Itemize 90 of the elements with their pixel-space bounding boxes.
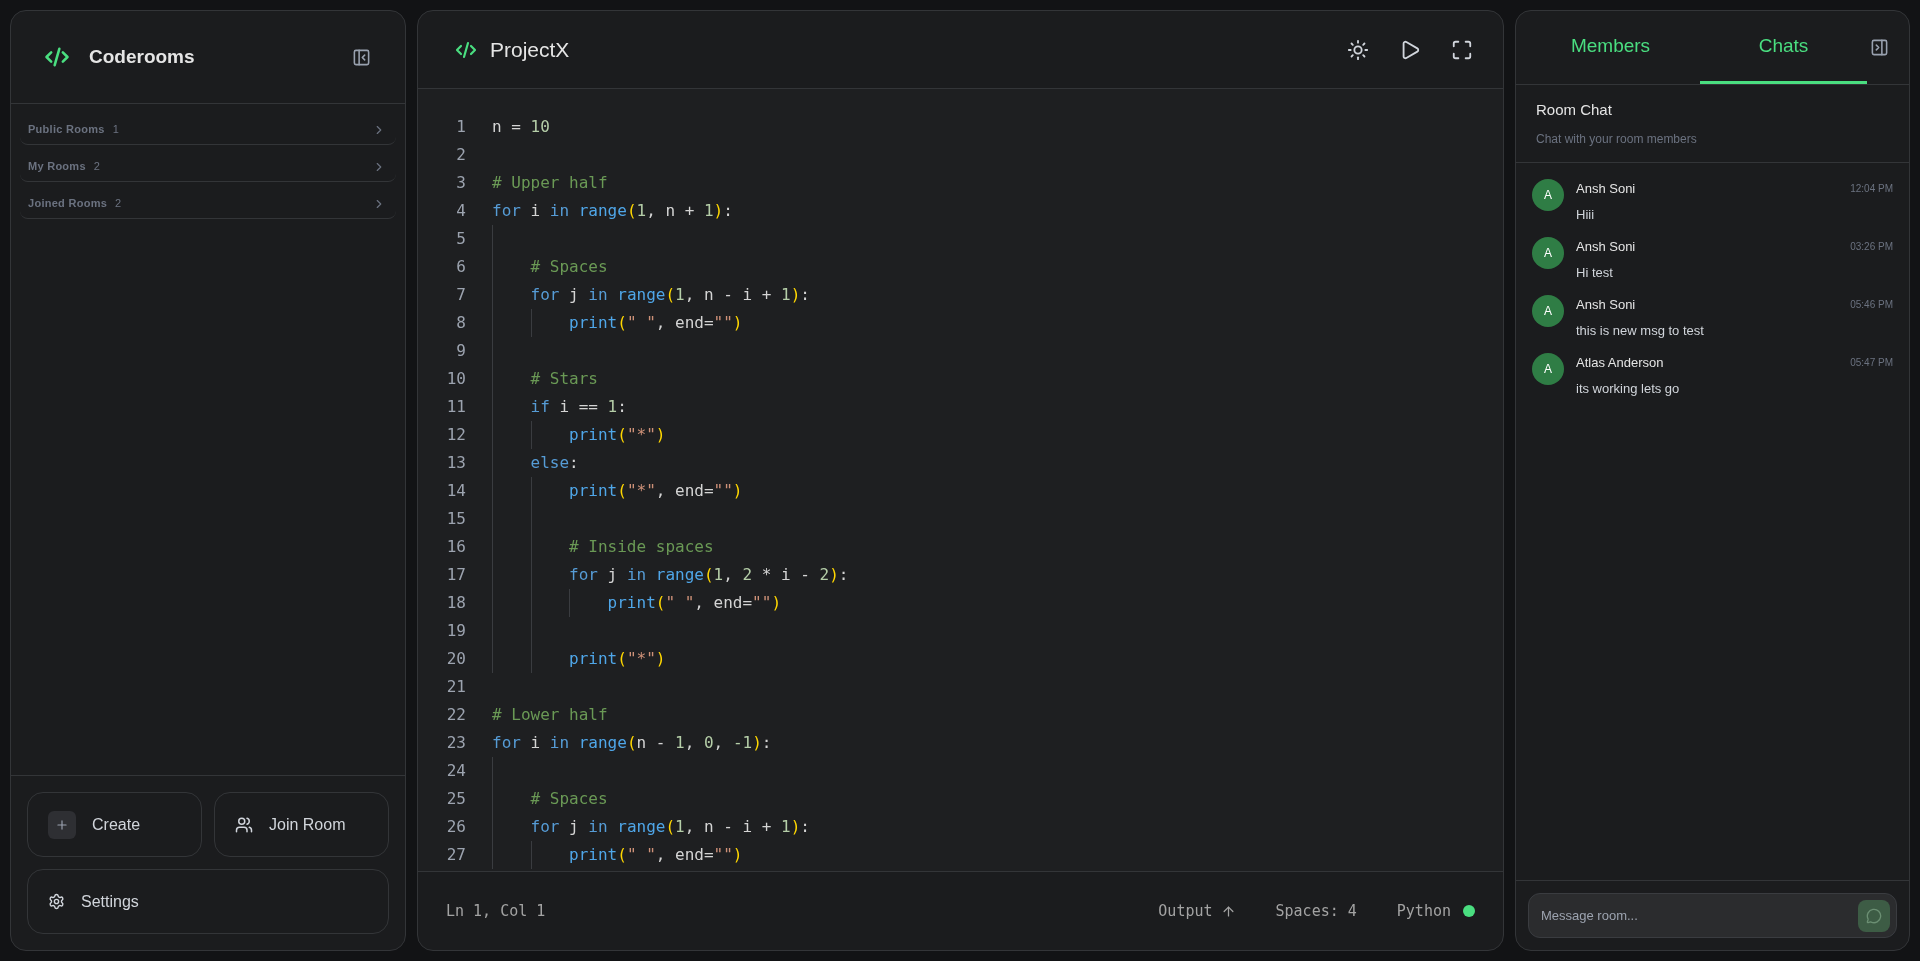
code-line: # Upper half — [492, 172, 608, 194]
theme-toggle-button[interactable] — [1347, 38, 1369, 61]
sidebar-section[interactable]: Joined Rooms 2 — [20, 189, 396, 219]
collapse-panel-button[interactable] — [1870, 38, 1889, 57]
message-time: 05:46 PM — [1850, 298, 1893, 313]
line-number: 2 — [455, 144, 466, 166]
language-label: Python — [1396, 900, 1451, 922]
code-line: for i in range(n - 1, 0, -1): — [492, 732, 772, 754]
avatar: A — [1532, 237, 1564, 269]
code-line: for i in range(1, n + 1): — [492, 200, 733, 222]
output-button[interactable]: Output — [1158, 899, 1236, 923]
code-line: print("*") — [568, 424, 666, 446]
line-number: 5 — [455, 228, 466, 250]
chat-title: Room Chat — [1536, 100, 1613, 121]
line-number: 15 — [445, 508, 466, 530]
chat-bubble-icon — [1866, 907, 1882, 924]
message-author: Ansh Soni — [1576, 180, 1636, 198]
message-time: 12:04 PM — [1850, 182, 1893, 197]
line-number: 6 — [455, 256, 466, 278]
code-line: # Inside spaces — [568, 536, 714, 558]
sidebar-section[interactable]: Public Rooms 1 — [20, 115, 396, 145]
indent-setting: Spaces: 4 — [1275, 900, 1357, 922]
code-line: n = 10 — [492, 116, 550, 138]
message-text: this is new msg to test — [1576, 321, 1705, 340]
line-number: 8 — [455, 312, 466, 334]
avatar: A — [1532, 295, 1564, 327]
line-number: 1 — [455, 116, 466, 138]
brand-name: Coderooms — [89, 44, 195, 69]
line-number: 20 — [445, 648, 466, 670]
code-line: if i == 1: — [529, 396, 627, 418]
code-line: print(" ", end="") — [606, 592, 781, 614]
code-line: for j in range(1, n - i + 1): — [529, 284, 810, 306]
line-number: 21 — [445, 676, 466, 698]
line-number: 16 — [445, 536, 466, 558]
message-time: 03:26 PM — [1850, 240, 1893, 255]
code-line: # Spaces — [529, 788, 608, 810]
line-number: 10 — [445, 368, 466, 390]
panel-tab[interactable]: Chats — [1700, 11, 1867, 84]
code-line: print("*", end="") — [568, 480, 743, 502]
message-text: its working lets go — [1576, 379, 1681, 398]
message-field[interactable]: Message room... — [1541, 905, 1858, 926]
line-number: 26 — [445, 816, 466, 838]
line-number: 7 — [455, 284, 466, 306]
message-author: Ansh Soni — [1576, 238, 1636, 256]
line-number: 27 — [445, 844, 466, 866]
collapse-sidebar-button[interactable] — [352, 47, 371, 67]
line-number: 24 — [445, 760, 466, 782]
panel-tab[interactable]: Members — [1527, 11, 1694, 84]
line-number: 11 — [445, 396, 466, 418]
line-number: 17 — [445, 564, 466, 586]
settings-icon — [48, 893, 65, 910]
line-number: 22 — [445, 704, 466, 726]
plus-icon — [48, 810, 76, 839]
send-button[interactable] — [1858, 899, 1890, 932]
message-author: Ansh Soni — [1576, 296, 1636, 314]
sidebar-section[interactable]: My Rooms 2 — [20, 152, 396, 182]
message-text: Hi test — [1576, 263, 1614, 282]
code-line: print(" ", end="") — [568, 844, 743, 866]
message-author: Atlas Anderson — [1576, 354, 1664, 372]
line-number: 3 — [455, 172, 466, 194]
code-line: # Stars — [529, 368, 598, 390]
message-text: Hiii — [1576, 205, 1596, 224]
line-number: 25 — [445, 788, 466, 810]
line-number: 23 — [445, 732, 466, 754]
code-line: # Spaces — [529, 256, 608, 278]
code-line: print(" ", end="") — [568, 312, 743, 334]
line-number: 18 — [445, 592, 466, 614]
code-line: else: — [529, 452, 579, 474]
message-input[interactable]: Message room... — [1528, 893, 1897, 938]
code-line: print("*") — [568, 648, 666, 670]
line-number: 12 — [445, 424, 466, 446]
fullscreen-button[interactable] — [1451, 38, 1473, 61]
users-icon — [235, 815, 253, 834]
project-title: ProjectX — [490, 36, 570, 63]
avatar: A — [1532, 179, 1564, 211]
join-room-button[interactable]: Join Room — [214, 792, 389, 857]
line-number: 13 — [445, 452, 466, 474]
line-number: 14 — [445, 480, 466, 502]
message-time: 05:47 PM — [1850, 356, 1893, 371]
line-number: 9 — [455, 340, 466, 362]
code-line: for j in range(1, 2 * i - 2): — [568, 564, 849, 586]
create-button[interactable]: Create — [27, 792, 202, 857]
code-line: # Lower half — [492, 704, 608, 726]
chat-subtitle: Chat with your room members — [1536, 130, 1698, 148]
avatar: A — [1532, 353, 1564, 385]
line-number: 19 — [445, 620, 466, 642]
line-number: 4 — [455, 200, 466, 222]
cursor-position: Ln 1, Col 1 — [446, 900, 546, 922]
settings-button[interactable]: Settings — [27, 869, 389, 934]
code-line: for j in range(1, n - i + 1): — [529, 816, 810, 838]
